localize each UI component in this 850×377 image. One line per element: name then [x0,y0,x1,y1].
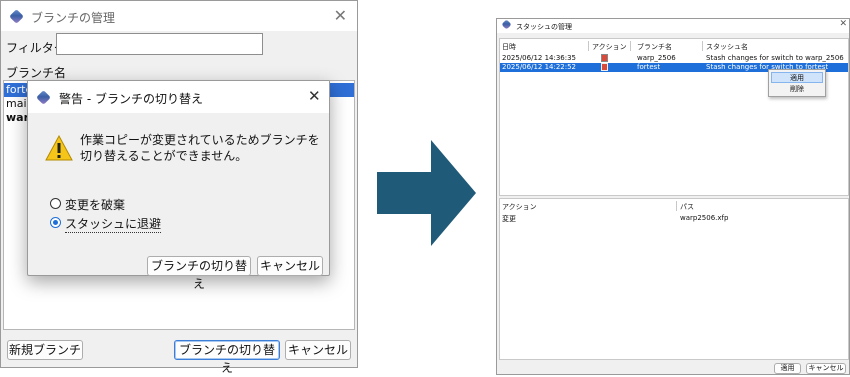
dialog-cancel-button[interactable]: キャンセル [257,256,323,276]
branch-column-header: ブランチ名 [6,66,67,80]
stash-list: 日時 アクション ブランチ名 スタッシュ名 2025/06/12 14:36:3… [499,38,849,196]
stash-branch: fortest [637,63,661,71]
col-header-action: アクション [592,43,627,51]
filter-input[interactable] [56,33,263,55]
cancel-button[interactable]: キャンセル [285,340,351,360]
dialog-switch-branch-button[interactable]: ブランチの切り替え [147,256,251,291]
change-action: 変更 [502,215,516,223]
stash-branch: warp_2506 [637,54,676,62]
stash-name: Stash changes for switch to warp_2506 [706,54,844,62]
radio-discard-circle[interactable] [50,198,61,209]
changes-list: アクション パス 変更 warp2506.xfp [499,198,849,360]
change-row[interactable]: 変更 warp2506.xfp [500,214,848,223]
stash-action-icon [601,54,608,62]
context-menu: 適用 削除 [768,69,826,97]
radio-stash-label: スタッシュに退避 [65,217,162,233]
app-icon [9,9,24,24]
stash-manager-titlebar: スタッシュの管理 ✕ [497,19,849,33]
col-header-date: 日時 [502,43,516,51]
stash-apply-button[interactable]: 適用 [774,363,801,374]
stash-date: 2025/06/12 14:22:52 [502,63,577,71]
dialog-message-line1: 作業コピーが変更されているためブランチを [80,133,320,147]
warning-dialog: 警告 - ブランチの切り替え ✕ 作業コピーが変更されているためブランチを 切り… [27,80,330,291]
stash-action-icon [601,63,608,71]
col-header-path: パス [680,203,694,211]
context-menu-delete[interactable]: 削除 [771,84,823,95]
radio-discard-label: 変更を破棄 [65,198,126,212]
new-branch-button[interactable]: 新規ブランチ [7,340,83,360]
dialog-close-icon[interactable]: ✕ [308,87,321,105]
col-header-branch: ブランチ名 [637,43,672,51]
stash-cancel-button[interactable]: キャンセル [806,363,846,374]
dialog-titlebar: 警告 - ブランチの切り替え ✕ [28,81,329,113]
stash-window-title: スタッシュの管理 [516,23,572,31]
dialog-title: 警告 - ブランチの切り替え [59,92,203,106]
stash-close-icon[interactable]: ✕ [839,19,847,29]
window-title: ブランチの管理 [31,11,116,25]
dialog-app-icon [36,90,51,105]
dialog-message-line2: 切り替えることができません。 [80,149,248,163]
arrow-right-icon [377,140,476,246]
switch-branch-button[interactable]: ブランチの切り替え [174,340,280,375]
change-path: warp2506.xfp [680,214,729,222]
stash-row[interactable]: 2025/06/12 14:36:35 warp_2506 Stash chan… [500,54,848,63]
stash-date: 2025/06/12 14:36:35 [502,54,577,62]
context-menu-apply[interactable]: 適用 [771,72,823,83]
branch-manager-titlebar: ブランチの管理 ✕ [1,1,357,31]
warning-icon [45,135,73,161]
radio-stash-circle[interactable] [50,217,61,228]
stash-app-icon [501,19,512,30]
col-header-change-action: アクション [502,203,537,211]
stash-manager-window: スタッシュの管理 ✕ 日時 アクション ブランチ名 スタッシュ名 2025/06… [496,18,850,375]
col-header-stash-name: スタッシュ名 [706,43,748,51]
close-icon[interactable]: ✕ [334,6,347,25]
